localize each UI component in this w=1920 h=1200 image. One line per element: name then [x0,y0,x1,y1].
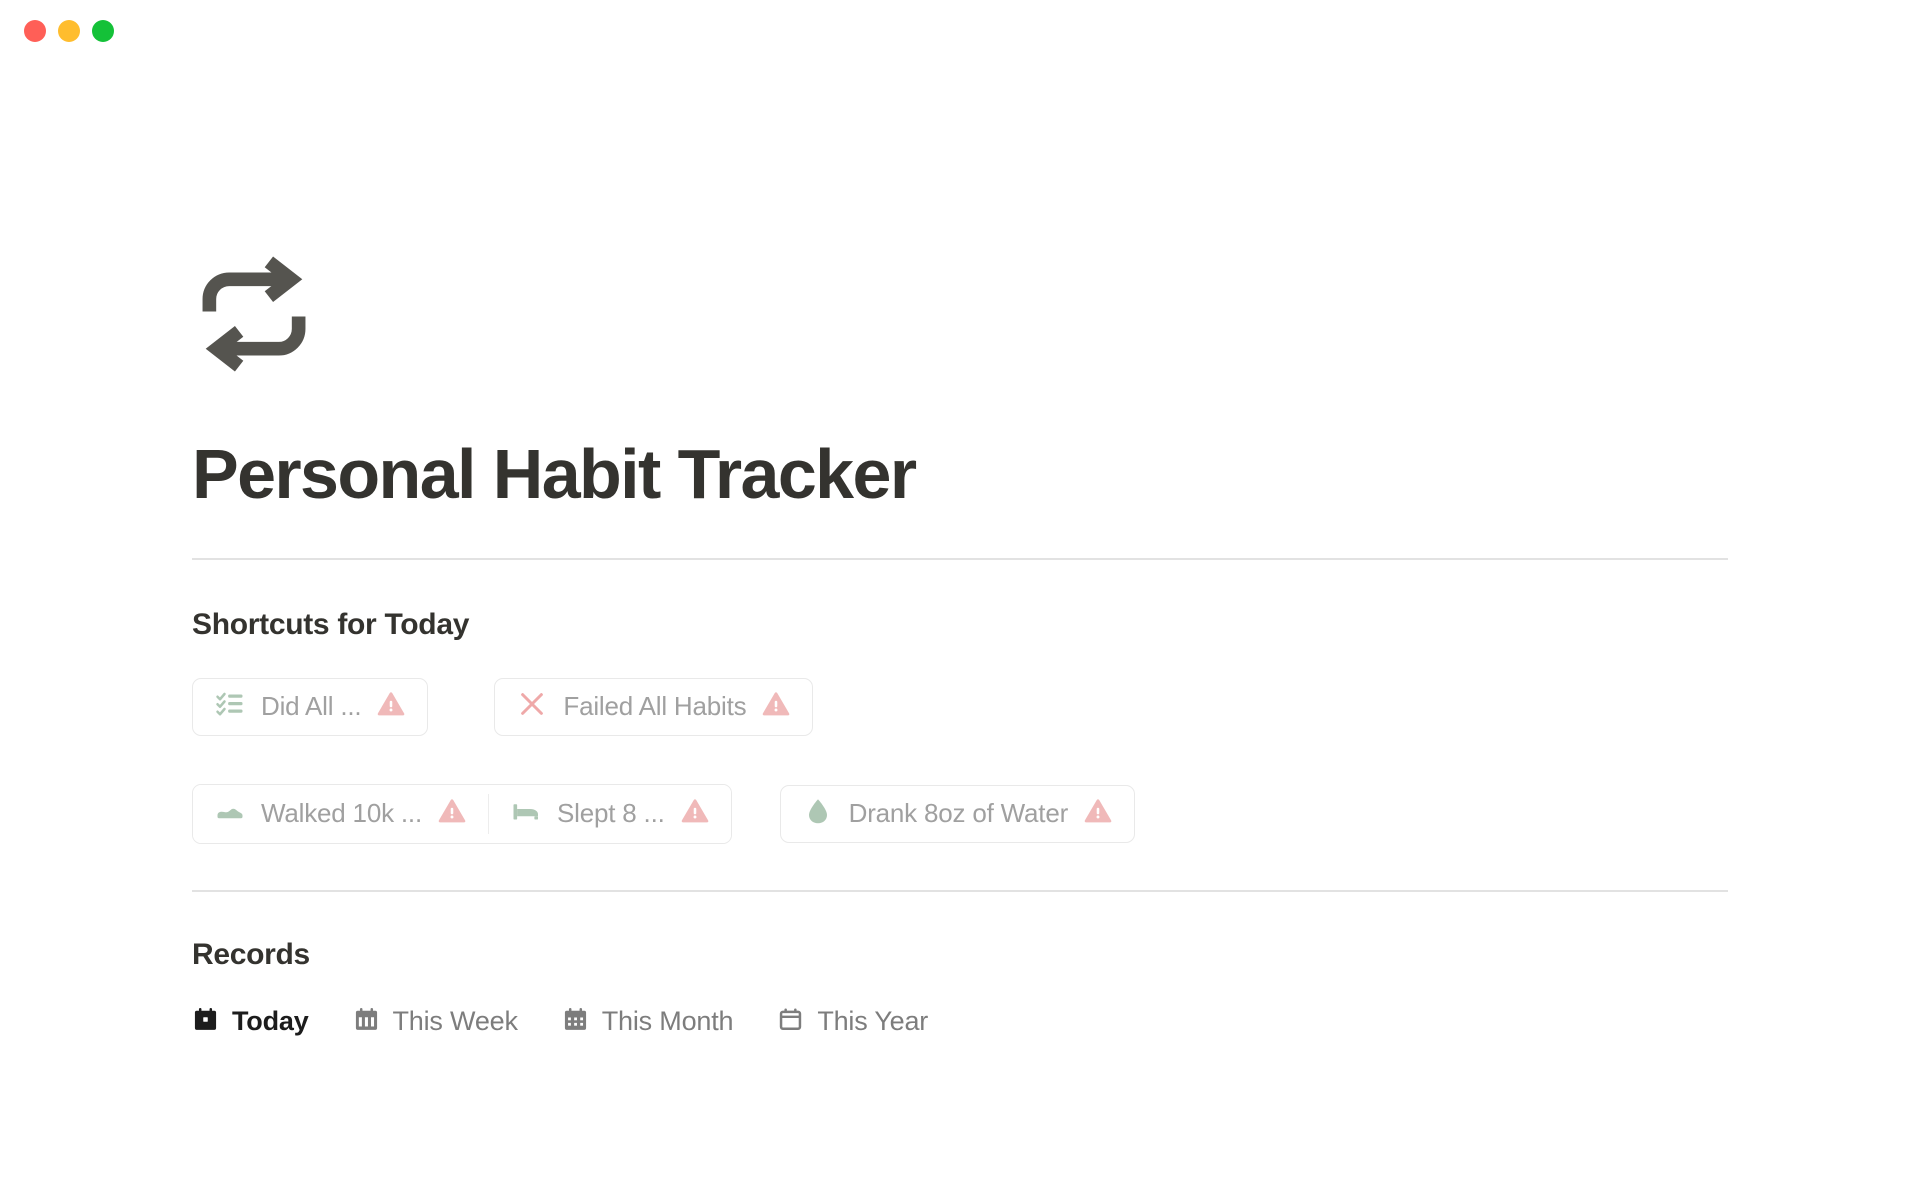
records-heading: Records [192,937,310,971]
bed-icon [511,796,541,831]
shortcut-slept-8-hours[interactable]: Slept 8 ... [488,784,731,843]
calendar-week-icon [353,1006,380,1038]
shortcut-label: Did All ... [261,691,362,721]
calendar-day-icon [192,1006,219,1038]
shortcut-label: Failed All Habits [563,691,747,721]
close-x-icon [517,689,547,724]
calendar-month-icon [562,1006,589,1038]
repeat-icon [192,252,316,376]
tab-this-year[interactable]: This Year [777,1006,972,1038]
shortcut-drank-8oz-water[interactable]: Drank 8oz of Water [779,784,1136,843]
warning-triangle-icon [1084,797,1112,830]
checklist-icon [215,689,245,724]
warning-triangle-icon [377,690,405,723]
shortcut-failed-all-habits[interactable]: Failed All Habits [494,677,814,736]
page-title: Personal Habit Tracker [192,435,917,513]
tab-label: This Month [601,1006,734,1036]
shortcuts-row-2: Walked 10k ... Slept 8 ... Drank 8oz of … [192,783,1728,844]
shortcuts-row-1: Did All ... Failed All Habits [192,677,1728,736]
shortcut-segmented-group: Walked 10k ... Slept 8 ... [192,783,732,844]
water-drop-icon [803,796,833,831]
warning-triangle-icon [681,797,709,830]
shortcut-label: Walked 10k ... [261,798,422,828]
records-tab-bar: Today This Week This Month This Year [192,1006,1728,1038]
shortcuts-heading: Shortcuts for Today [192,607,470,641]
tab-this-week[interactable]: This Week [353,1006,562,1038]
tab-today[interactable]: Today [192,1006,353,1038]
calendar-year-icon [777,1006,804,1038]
divider-top [192,557,1728,560]
page-content: Personal Habit Tracker Shortcuts for Tod… [0,0,1920,1038]
divider-bottom [192,889,1728,892]
shortcut-walked-10k[interactable]: Walked 10k ... [193,784,488,843]
shortcut-label: Slept 8 ... [556,798,665,828]
tab-this-month[interactable]: This Month [562,1006,778,1038]
tab-label: Today [232,1006,309,1036]
shortcut-label: Drank 8oz of Water [848,798,1069,828]
shortcut-did-all-habits[interactable]: Did All ... [192,677,429,736]
tab-label: This Year [817,1006,929,1036]
warning-triangle-icon [438,797,466,830]
shoe-icon [215,796,245,831]
tab-label: This Week [392,1006,518,1036]
warning-triangle-icon [762,690,790,723]
